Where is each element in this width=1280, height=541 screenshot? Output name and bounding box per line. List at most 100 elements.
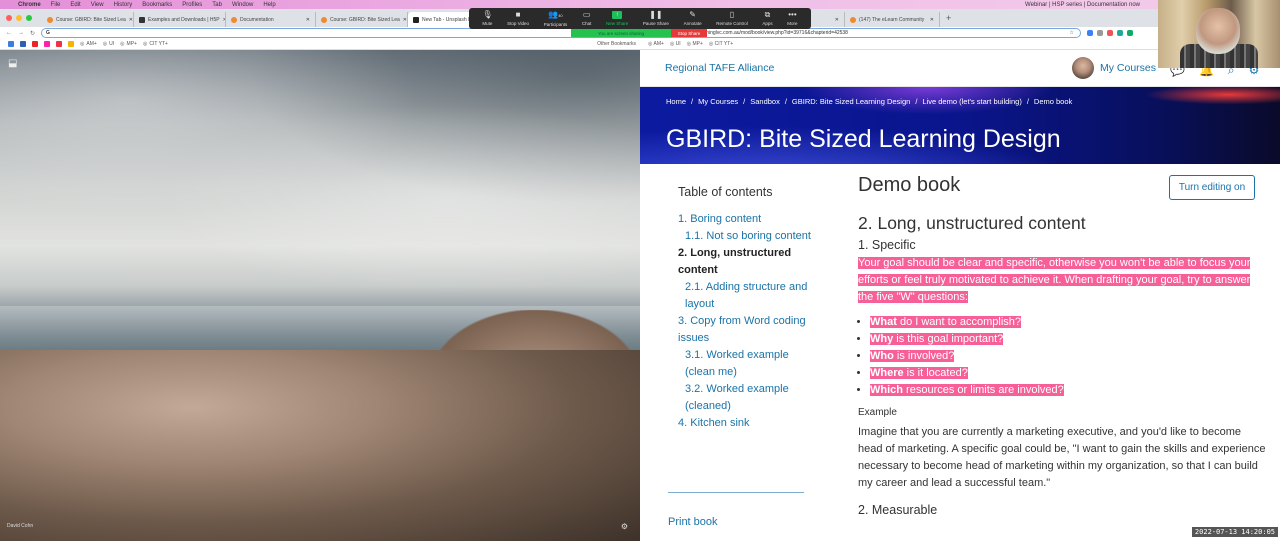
reload-icon[interactable]: ↻ bbox=[30, 30, 35, 37]
breadcrumb-my-courses[interactable]: My Courses bbox=[698, 97, 738, 106]
apps-button[interactable]: ⧉ Apps bbox=[762, 11, 773, 27]
more-dots-icon: ••• bbox=[788, 10, 797, 19]
youtube-icon[interactable] bbox=[32, 41, 38, 47]
extension-icon[interactable] bbox=[1117, 30, 1124, 36]
browser-tab[interactable]: Examples and Downloads | H5P✕ bbox=[134, 12, 226, 27]
new-tab-button[interactable]: + bbox=[940, 13, 957, 23]
settings-gear-icon[interactable]: ⚙ bbox=[621, 522, 628, 531]
status-text[interactable]: Webinar | HSP series | Documentation now bbox=[1025, 2, 1140, 8]
close-tab-icon[interactable]: ✕ bbox=[930, 17, 934, 23]
bookmark-folder[interactable]: ◎ MP+ bbox=[687, 41, 703, 47]
more-button[interactable]: ••• More bbox=[787, 10, 798, 27]
breadcrumb-separator: / bbox=[784, 97, 787, 106]
button-label: Apps bbox=[762, 21, 773, 26]
toc-item[interactable]: 1.1. Not so boring content bbox=[678, 228, 818, 245]
toc-item[interactable]: 4. Kitchen sink bbox=[678, 415, 818, 432]
browser-tab[interactable]: Course: GBIRD: Bite Sized Lea ✕ bbox=[42, 12, 134, 27]
toc-item[interactable]: 3.2. Worked example (cleaned) bbox=[678, 381, 818, 415]
turn-editing-on-button[interactable]: Turn editing on bbox=[1169, 175, 1255, 200]
course-title: GBIRD: Bite Sized Learning Design bbox=[666, 125, 1061, 153]
menu-file[interactable]: File bbox=[51, 2, 61, 8]
menu-app-name[interactable]: Chrome bbox=[18, 2, 41, 8]
toc-item[interactable]: 3.1. Worked example (clean me) bbox=[678, 347, 818, 381]
photo-credit[interactable]: David Cohn bbox=[7, 523, 33, 529]
menu-history[interactable]: History bbox=[114, 2, 133, 8]
menu-tab[interactable]: Tab bbox=[212, 2, 222, 8]
webcam-video-thumbnail[interactable] bbox=[1158, 0, 1280, 68]
stop-video-button[interactable]: ■ Stop Video bbox=[507, 11, 529, 27]
remote-control-button[interactable]: ▯ Remote Control bbox=[716, 11, 748, 27]
menu-window[interactable]: Window bbox=[232, 2, 253, 8]
bookmark-icon[interactable] bbox=[20, 41, 26, 47]
question-keyword: Who bbox=[870, 350, 894, 362]
selected-text[interactable]: What do I want to accomplish? bbox=[870, 316, 1022, 328]
menu-profiles[interactable]: Profiles bbox=[182, 2, 202, 8]
breadcrumb-course[interactable]: GBIRD: Bite Sized Learning Design bbox=[792, 97, 910, 106]
selected-text[interactable]: Why is this goal important? bbox=[870, 333, 1004, 345]
menu-edit[interactable]: Edit bbox=[70, 2, 80, 8]
menu-view[interactable]: View bbox=[91, 2, 104, 8]
breadcrumb-section[interactable]: Live demo (let's start building) bbox=[922, 97, 1021, 106]
bookmark-folder[interactable]: ◎ AM+ bbox=[80, 41, 97, 47]
unsplash-icon[interactable]: ⬓ bbox=[8, 58, 19, 69]
mute-button[interactable]: 🎙 Mute bbox=[482, 11, 492, 27]
browser-tab[interactable]: Documentation ✕ bbox=[226, 12, 316, 27]
stop-share-button[interactable]: Stop Share bbox=[671, 29, 707, 37]
bookmark-icon[interactable] bbox=[56, 41, 62, 47]
menu-help[interactable]: Help bbox=[263, 2, 275, 8]
selected-text[interactable]: Where is it located? bbox=[870, 367, 968, 379]
breadcrumb-home[interactable]: Home bbox=[666, 97, 686, 106]
bookmark-folder[interactable]: ◎ UI bbox=[670, 41, 681, 47]
selected-text[interactable]: Which resources or limits are involved? bbox=[870, 384, 1064, 396]
bookmark-icon[interactable] bbox=[68, 41, 74, 47]
address-bar[interactable]: G ...ninglvc.com.au/mod/book/view.php?id… bbox=[41, 28, 1082, 38]
extension-icon[interactable] bbox=[1087, 30, 1094, 36]
zoom-window-button[interactable] bbox=[26, 15, 32, 21]
toc-item[interactable]: 1. Boring content bbox=[678, 211, 818, 228]
toc-title: Table of contents bbox=[678, 185, 773, 199]
extension-icon[interactable] bbox=[1107, 30, 1114, 36]
bookmark-icon[interactable] bbox=[8, 41, 14, 47]
close-tab-icon[interactable]: ✕ bbox=[835, 17, 839, 23]
close-window-button[interactable] bbox=[6, 15, 12, 21]
bookmark-icon[interactable] bbox=[44, 41, 50, 47]
print-book-link[interactable]: Print book bbox=[668, 516, 718, 528]
extension-icon[interactable] bbox=[1127, 30, 1134, 36]
w-questions-list: What do I want to accomplish? Why is thi… bbox=[858, 314, 1268, 399]
toc-item[interactable]: 3. Copy from Word coding issues bbox=[678, 313, 818, 347]
annotate-button[interactable]: ✎ Annotate bbox=[684, 11, 702, 27]
minimize-window-button[interactable] bbox=[16, 15, 22, 21]
button-label: More bbox=[787, 21, 798, 26]
user-avatar[interactable] bbox=[1072, 57, 1094, 79]
menu-bookmarks[interactable]: Bookmarks bbox=[142, 2, 172, 8]
user-menu[interactable]: My Courses bbox=[1072, 57, 1156, 79]
browser-tab[interactable]: Course: GBIRD: Bite Sized Lea ✕ bbox=[316, 12, 408, 27]
bookmark-folder[interactable]: ◎ CIT YT+ bbox=[143, 41, 168, 47]
unsplash-favicon-icon bbox=[413, 16, 419, 23]
close-tab-icon[interactable]: ✕ bbox=[306, 17, 310, 23]
chat-button[interactable]: ▭ Chat bbox=[582, 11, 592, 27]
bookmark-folder[interactable]: ◎ AM+ bbox=[648, 41, 664, 47]
close-tab-icon[interactable]: ✕ bbox=[403, 17, 407, 23]
bookmark-folder[interactable]: ◎ CIT YT+ bbox=[709, 41, 733, 47]
bookmark-folder[interactable]: ◎ UI bbox=[103, 41, 114, 47]
extension-icon[interactable] bbox=[1097, 30, 1104, 36]
browser-tab[interactable]: (147) The eLearn Community ✕ bbox=[845, 12, 940, 27]
bookmark-star-icon[interactable]: ☆ bbox=[1070, 30, 1074, 36]
my-courses-link[interactable]: My Courses bbox=[1100, 62, 1156, 74]
back-icon[interactable]: ← bbox=[6, 30, 12, 36]
other-bookmarks[interactable]: Other Bookmarks bbox=[597, 41, 640, 47]
question-keyword: Why bbox=[870, 333, 894, 345]
selected-text[interactable]: Who is involved? bbox=[870, 350, 955, 362]
bookmark-folder[interactable]: ◎ MP+ bbox=[120, 41, 137, 47]
forward-icon[interactable]: → bbox=[18, 30, 24, 36]
toc-item[interactable]: 2.1. Adding structure and layout bbox=[678, 279, 818, 313]
pause-share-button[interactable]: ❚❚ Pause Share bbox=[643, 11, 669, 27]
selected-text[interactable]: Your goal should be clear and specific, … bbox=[858, 257, 1251, 303]
site-name-link[interactable]: Regional TAFE Alliance bbox=[665, 62, 774, 74]
participants-button[interactable]: 👥40 Participants bbox=[544, 10, 568, 27]
new-share-button[interactable]: ↑ New Share bbox=[606, 11, 628, 26]
close-tab-icon[interactable]: ✕ bbox=[129, 17, 133, 23]
breadcrumb-current[interactable]: Demo book bbox=[1034, 97, 1072, 106]
breadcrumb-sandbox[interactable]: Sandbox bbox=[750, 97, 780, 106]
